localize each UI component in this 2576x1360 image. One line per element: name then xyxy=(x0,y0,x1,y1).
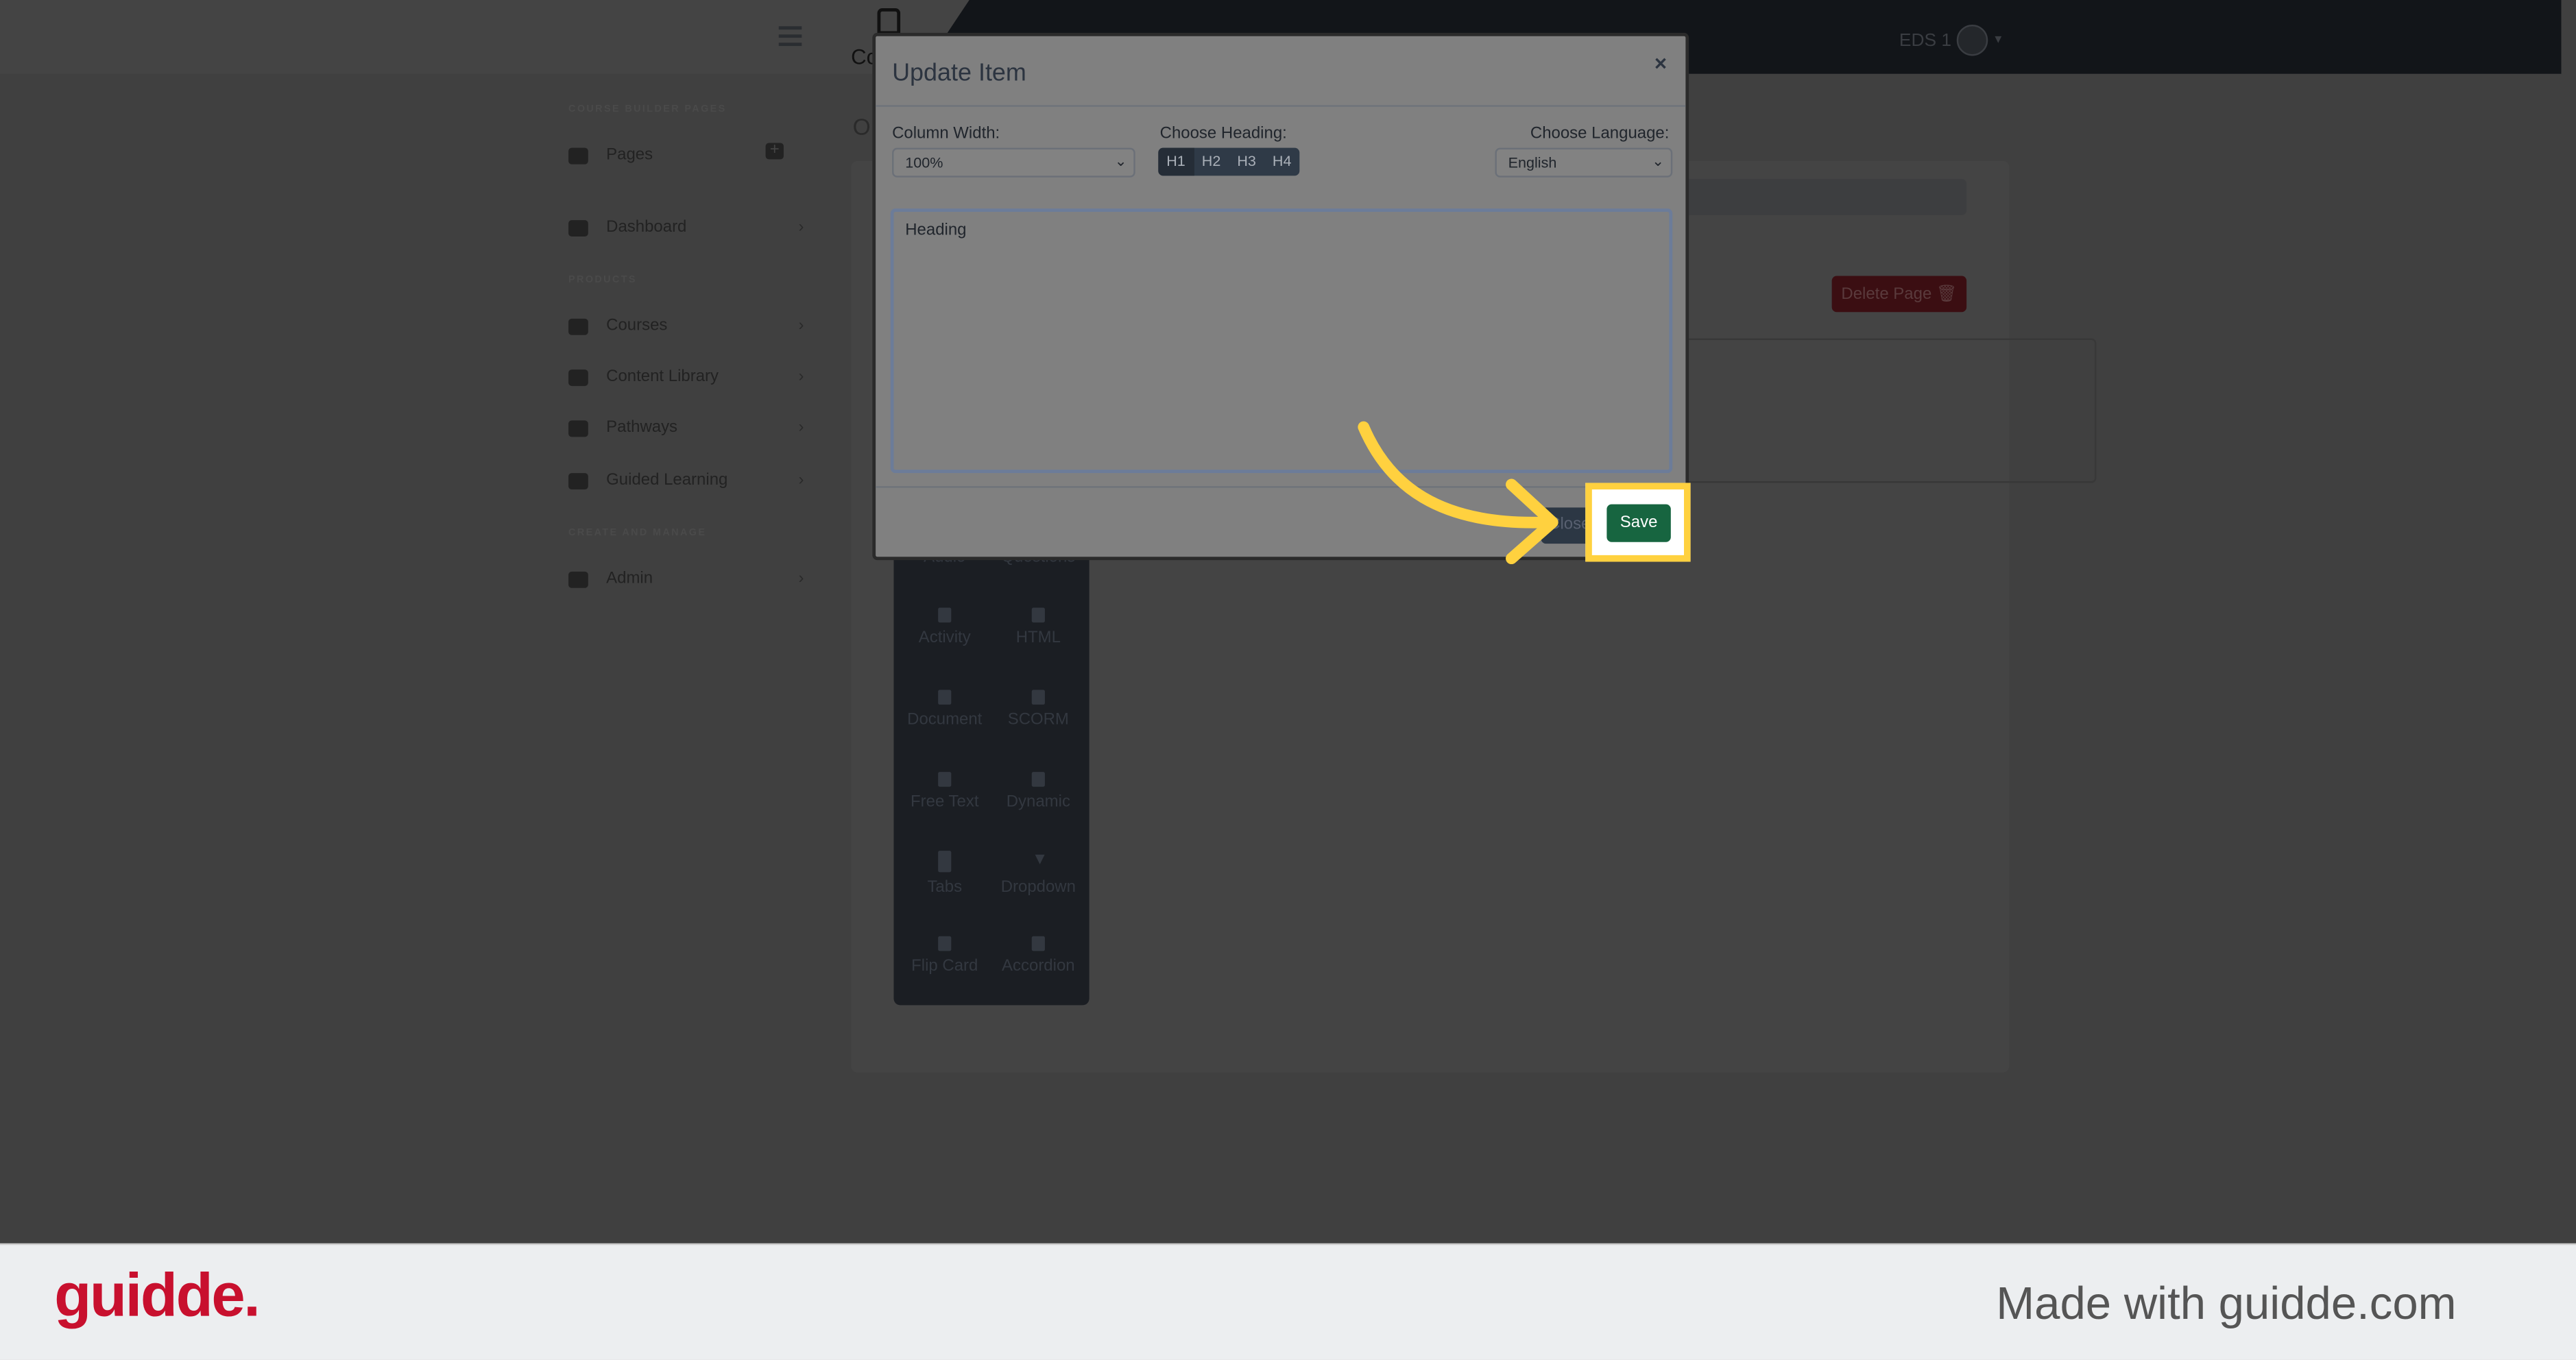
heading-h3-button[interactable]: H3 xyxy=(1229,148,1264,176)
tool-accordion[interactable]: Accordion xyxy=(989,936,1087,975)
dashboard-icon xyxy=(568,219,588,236)
tool-dynamic[interactable]: Dynamic xyxy=(989,772,1087,812)
modal-title: Update Item xyxy=(892,59,1026,87)
heading-button-group: H1 H2 H3 H4 xyxy=(1158,147,1300,176)
sidebar-item-label: Admin xyxy=(606,570,653,588)
chevron-right-icon: › xyxy=(798,218,804,237)
document-icon xyxy=(938,851,952,873)
arrow-annotation-icon xyxy=(1358,421,1558,565)
heading-h4-button[interactable]: H4 xyxy=(1264,148,1300,176)
chevron-down-icon: ⌄ xyxy=(1114,152,1127,169)
chevron-down-icon: ⌄ xyxy=(1652,152,1665,169)
list-icon xyxy=(1031,936,1045,951)
language-select[interactable]: English ⌄ xyxy=(1495,147,1673,178)
tool-free-text[interactable]: Free Text xyxy=(895,772,994,812)
hamburger-menu-icon[interactable] xyxy=(778,23,802,51)
section-heading: PRODUCTS xyxy=(568,276,637,286)
sidebar-item-content-library[interactable]: Content Library › xyxy=(568,367,804,387)
section-heading: COURSE BUILDER PAGES xyxy=(568,105,727,115)
guidde-logo: guidde. xyxy=(54,1261,261,1329)
bolt-icon xyxy=(1031,772,1045,787)
close-icon[interactable]: × xyxy=(1654,51,1667,75)
save-button[interactable]: Save xyxy=(1606,504,1671,542)
chevron-right-icon: › xyxy=(798,471,804,490)
building-icon xyxy=(568,147,588,164)
language-label: Choose Language: xyxy=(1530,125,1670,143)
made-with-text: Made with guidde.com xyxy=(1996,1278,2457,1329)
sidebar-item-admin[interactable]: Admin › xyxy=(568,570,804,588)
trash-icon: 🗑 xyxy=(1936,284,1958,304)
chevron-right-icon: › xyxy=(798,570,804,588)
book-icon xyxy=(568,368,588,385)
tool-activity[interactable]: Activity xyxy=(895,607,994,647)
avatar-icon xyxy=(1956,24,1988,56)
user-menu[interactable]: EDS 1 ▼ xyxy=(1899,24,2004,56)
tool-html[interactable]: HTML xyxy=(989,607,1087,647)
chevron-right-icon: › xyxy=(798,419,804,437)
caret-down-icon: ▼ xyxy=(1992,34,2004,47)
code-icon xyxy=(1031,607,1045,623)
tool-dropdown[interactable]: ▼ Dropdown xyxy=(989,851,1087,897)
logo-icon xyxy=(877,8,901,35)
sidebar-item-label: Content Library xyxy=(606,367,719,387)
caret-down-icon: ▼ xyxy=(1031,851,1048,869)
folder-icon xyxy=(938,936,952,951)
sidebar-item-guided-learning[interactable]: Guided Learning › xyxy=(568,471,804,490)
sidebar-item-courses[interactable]: Courses › xyxy=(568,317,804,335)
tool-document[interactable]: Document xyxy=(895,690,994,729)
tools-panel: Audio Questions Activity HTML Document S… xyxy=(893,542,1090,1006)
heading-h2-button[interactable]: H2 xyxy=(1194,148,1229,176)
topbar xyxy=(0,0,970,74)
delete-page-label: Delete Page xyxy=(1841,284,1932,304)
sidebar-item-dashboard[interactable]: Dashboard › xyxy=(568,218,804,237)
heading-h1-button[interactable]: H1 xyxy=(1158,147,1194,176)
database-icon xyxy=(1031,690,1045,705)
delete-page-button[interactable]: Delete Page 🗑 xyxy=(1831,276,1967,313)
sidebar-item-label: Guided Learning xyxy=(606,471,728,490)
sidebar-item-label: Dashboard xyxy=(606,218,687,237)
sidebar-item-pages[interactable]: Pages xyxy=(568,146,653,165)
chevron-right-icon: › xyxy=(798,367,804,387)
select-value: English xyxy=(1508,154,1557,171)
select-value: 100% xyxy=(905,154,943,171)
divider xyxy=(876,105,1686,107)
sidebar-item-pathways[interactable]: Pathways › xyxy=(568,419,804,437)
sidebar-item-label: Pages xyxy=(606,146,653,165)
file-icon xyxy=(938,690,952,705)
heading-label: Choose Heading: xyxy=(1159,125,1287,143)
gear-icon xyxy=(568,570,588,587)
courses-icon xyxy=(568,317,588,335)
user-name: EDS 1 xyxy=(1899,30,1952,51)
award-icon xyxy=(568,420,588,437)
page-heading: O xyxy=(852,113,871,140)
tool-flip-card[interactable]: Flip Card xyxy=(895,936,994,975)
table-icon xyxy=(938,607,952,623)
column-width-label: Column Width: xyxy=(892,125,1000,143)
square-icon xyxy=(938,772,952,787)
chevron-right-icon: › xyxy=(798,317,804,335)
tool-scorm[interactable]: SCORM xyxy=(989,690,1087,729)
page-title-input[interactable] xyxy=(1643,179,1967,215)
tool-tabs[interactable]: Tabs xyxy=(895,851,994,897)
sidebar-item-label: Pathways xyxy=(606,419,678,437)
sidebar-item-label: Courses xyxy=(606,317,668,335)
add-page-icon[interactable]: + xyxy=(765,142,784,160)
clipboard-icon xyxy=(568,472,588,489)
section-heading: CREATE AND MANAGE xyxy=(568,529,707,539)
content-area xyxy=(1643,338,2097,483)
column-width-select[interactable]: 100% ⌄ xyxy=(892,147,1135,178)
